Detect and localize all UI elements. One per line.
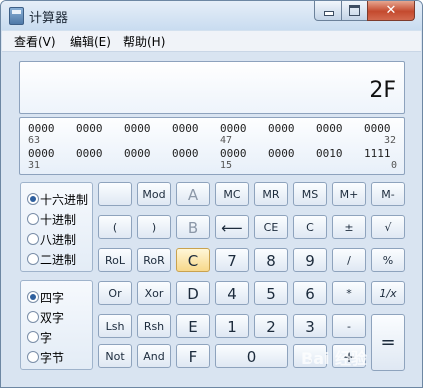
calculator-icon [9,7,24,25]
m-plus-button[interactable]: M+ [332,182,366,206]
mr-button[interactable]: MR [254,182,288,206]
hex-a-button[interactable]: A [176,182,210,206]
blank-key [98,182,132,206]
bin-digit-group: 0000 [220,147,247,160]
bin-digit-group: 0000 [28,122,55,135]
digit-9-button[interactable]: 9 [293,248,327,272]
radio-button[interactable] [27,311,39,323]
right-paren-button[interactable]: ) [137,215,171,239]
xor-button[interactable]: Xor [137,281,171,305]
digit-7-button[interactable]: 7 [215,248,249,272]
menu-view[interactable]: 查看(V) [14,33,56,50]
minimize-button[interactable] [314,1,342,21]
mc-button[interactable]: MC [215,182,249,206]
bin-digit-group: 0000 [76,147,103,160]
sqrt-button[interactable]: √ [371,215,405,239]
ce-button[interactable]: CE [254,215,288,239]
radio-button[interactable] [27,331,39,343]
plus-minus-button[interactable]: ± [332,215,366,239]
not-button[interactable]: Not [98,344,132,368]
digit-8-button[interactable]: 8 [254,248,288,272]
bin-digit-group: 0000 [364,122,391,135]
maximize-icon [349,5,360,16]
bin-digit-group: 0000 [28,147,55,160]
digit-3-button[interactable]: 3 [293,314,327,338]
digit-6-button[interactable]: 6 [293,281,327,305]
bit-index: 32 [384,135,397,146]
radio-button[interactable] [27,233,39,245]
bin-digit-group: 0000 [172,122,199,135]
digit-5-button[interactable]: 5 [254,281,288,305]
radio-button[interactable] [27,213,39,225]
menu-help[interactable]: 帮助(H) [123,33,165,50]
equals-button[interactable]: = [371,314,405,371]
rsh-button[interactable]: Rsh [137,314,171,338]
bit-index: 63 [28,135,41,146]
window-title: 计算器 [29,11,69,26]
digit-4-button[interactable]: 4 [215,281,249,305]
display-value: 2F [369,78,396,103]
digit-1-button[interactable]: 1 [215,314,249,338]
radio-button[interactable] [27,291,39,303]
bin-digit-group: 0000 [316,122,343,135]
bin-digit-group: 1111 [364,147,391,160]
clear-button[interactable]: C [293,215,327,239]
close-button[interactable]: ✕ [367,1,415,21]
bin-digit-group: 0000 [124,122,151,135]
divide-button[interactable]: / [332,248,366,272]
menu-edit[interactable]: 编辑(E) [70,33,111,50]
calculator-window: 计算器 ✕ 查看(V) 编辑(E) 帮助(H) 2F 0000 0000 000… [0,0,423,388]
digit-2-button[interactable]: 2 [254,314,288,338]
bin-digit-group: 0000 [268,147,295,160]
bin-digit-group: 0000 [268,122,295,135]
backspace-button[interactable]: ⟵ [215,215,249,239]
percent-button[interactable]: % [371,248,405,272]
radio-button[interactable] [27,351,39,363]
digit-0-button[interactable]: 0 [215,344,288,368]
bin-digit-group: 0010 [316,147,343,160]
multiply-button[interactable]: * [332,281,366,305]
base-mode-group: 十六进制 十进制 八进制 二进制 [20,182,93,272]
ms-button[interactable]: MS [293,182,327,206]
bit-index: 0 [391,160,398,171]
result-display: 2F [19,61,405,114]
radio-button[interactable] [27,193,39,205]
word-size-group: 四字 双字 字 字节 [20,280,93,370]
ror-button[interactable]: RoR [137,248,171,272]
lsh-button[interactable]: Lsh [98,314,132,338]
left-paren-button[interactable]: ( [98,215,132,239]
radio-button[interactable] [27,253,39,265]
maximize-button[interactable] [341,1,368,21]
bin-digit-group: 0000 [220,122,247,135]
hex-c-button[interactable]: C [176,248,210,272]
hex-f-button[interactable]: F [176,344,210,368]
minimize-icon [324,11,334,16]
bin-digit-group: 0000 [124,147,151,160]
hex-e-button[interactable]: E [176,314,210,338]
menu-bar: 查看(V) 编辑(E) 帮助(H) [2,31,421,52]
hex-b-button[interactable]: B [176,215,210,239]
hex-d-button[interactable]: D [176,281,210,305]
or-button[interactable]: Or [98,281,132,305]
rol-button[interactable]: RoL [98,248,132,272]
binary-display: 0000 0000 0000 0000 0000 0000 0000 0000 … [19,117,405,175]
bin-digit-group: 0000 [172,147,199,160]
bit-index: 47 [220,135,233,146]
reciprocal-button[interactable]: 1/x [371,281,405,305]
bit-index: 15 [220,160,233,171]
m-minus-button[interactable]: M- [371,182,405,206]
minus-button[interactable]: - [332,314,366,338]
and-button[interactable]: And [137,344,171,368]
title-bar[interactable]: 计算器 ✕ [1,1,422,30]
bit-index: 31 [28,160,41,171]
bin-digit-group: 0000 [76,122,103,135]
watermark: Bai 经验 [301,349,368,368]
close-icon: ✕ [385,3,397,18]
mod-button[interactable]: Mod [137,182,171,206]
